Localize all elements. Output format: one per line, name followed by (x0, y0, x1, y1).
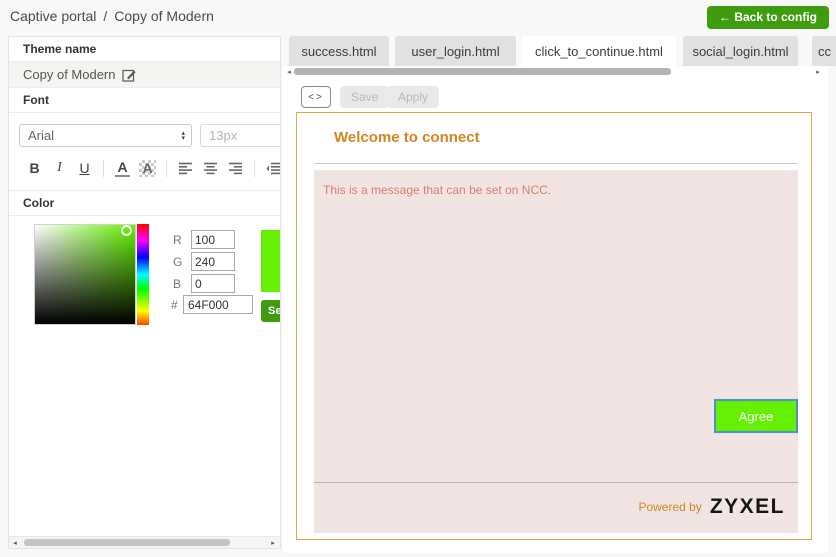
left-panel-horizontal-scrollbar[interactable]: ◂ ▸ (9, 536, 280, 548)
r-label: R (173, 233, 182, 247)
hex-input[interactable] (183, 295, 253, 314)
portal-preview-frame: Welcome to connect This is a message tha… (296, 112, 812, 540)
color-section-header: Color (9, 191, 280, 216)
font-section-header: Font (9, 88, 280, 113)
tab-user-login-html[interactable]: user_login.html (395, 36, 516, 66)
align-center-button[interactable] (198, 157, 223, 179)
back-to-config-button[interactable]: ← Back to config (707, 6, 829, 29)
theme-settings-panel: Theme name Copy of Modern Font Arial ▴▾ … (8, 36, 281, 549)
font-size-input[interactable] (200, 124, 281, 147)
hue-slider[interactable] (137, 224, 149, 325)
b-label: B (173, 277, 181, 291)
g-input[interactable] (191, 252, 235, 271)
preview-footer: Powered by ZYXEL (638, 495, 785, 519)
b-input[interactable] (191, 274, 235, 293)
hex-label: # (171, 298, 178, 312)
italic-button[interactable]: I (47, 157, 72, 179)
preview-message-panel: This is a message that can be set on NCC… (314, 170, 798, 533)
tab-success-html[interactable]: success.html (289, 36, 389, 66)
align-right-button[interactable] (223, 157, 248, 179)
toolbar-divider (166, 160, 167, 177)
scroll-right-icon[interactable]: ▸ (267, 537, 279, 548)
breadcrumb-current: Copy of Modern (114, 8, 214, 24)
preview-divider (314, 163, 798, 164)
color-picker: R G B # Se (9, 216, 280, 334)
theme-name-header: Theme name (9, 37, 280, 62)
theme-name-value: Copy of Modern (23, 67, 116, 82)
font-controls: Arial ▴▾ B I U A A (9, 113, 280, 191)
breadcrumb-section[interactable]: Captive portal (10, 8, 96, 24)
powered-by-label: Powered by (638, 500, 701, 514)
bold-button[interactable]: B (22, 157, 47, 179)
theme-name-row: Copy of Modern (9, 62, 280, 88)
scrollbar-thumb[interactable] (294, 68, 671, 75)
font-color-button[interactable]: A (115, 159, 130, 177)
scroll-right-icon[interactable]: ▸ (812, 66, 824, 77)
align-left-button[interactable] (173, 157, 198, 179)
font-family-value: Arial (28, 128, 54, 143)
toolbar-divider (103, 160, 104, 177)
captive-portal-editor-page: Captive portal / Copy of Modern ← Back t… (0, 0, 836, 557)
breadcrumb-separator: / (103, 8, 107, 24)
preview-welcome-title: Welcome to connect (334, 129, 480, 146)
selected-color-swatch (261, 230, 281, 292)
underline-button[interactable]: U (72, 157, 97, 179)
save-button[interactable]: Save (340, 86, 389, 108)
highlight-color-button[interactable]: A (139, 160, 156, 177)
scrollbar-thumb[interactable] (24, 539, 230, 546)
preview-footer-divider (314, 482, 798, 483)
code-view-button[interactable]: <> (301, 86, 331, 108)
preview-ncc-message: This is a message that can be set on NCC… (323, 183, 551, 197)
agree-button[interactable]: Agree (714, 399, 798, 433)
r-input[interactable] (191, 230, 235, 249)
set-color-button[interactable]: Se (261, 300, 281, 322)
tab-click-to-continue-html[interactable]: click_to_continue.html (522, 36, 676, 66)
g-label: G (173, 255, 182, 269)
edit-icon[interactable] (122, 68, 136, 82)
tab-bar-horizontal-scrollbar[interactable]: ◂ ▸ (283, 66, 828, 77)
zyxel-logo: ZYXEL (710, 495, 785, 519)
tab-cc-html[interactable]: cc (812, 36, 836, 66)
template-tab-bar: success.html user_login.html click_to_co… (283, 36, 836, 66)
tab-social-login-html[interactable]: social_login.html (683, 36, 798, 66)
scroll-left-icon[interactable]: ◂ (9, 537, 21, 548)
apply-button[interactable]: Apply (387, 86, 439, 108)
breadcrumb: Captive portal / Copy of Modern (10, 8, 214, 24)
stepper-icon: ▴▾ (181, 131, 185, 141)
toolbar-divider (254, 160, 255, 177)
saturation-value-square[interactable] (34, 224, 136, 325)
format-toolbar: B I U A A (9, 155, 281, 181)
editor-content-area: <> Save Apply Welcome to connect This is… (283, 77, 828, 553)
outdent-button[interactable] (261, 157, 281, 179)
color-cursor-icon[interactable] (121, 225, 132, 236)
font-family-select[interactable]: Arial ▴▾ (19, 124, 192, 147)
